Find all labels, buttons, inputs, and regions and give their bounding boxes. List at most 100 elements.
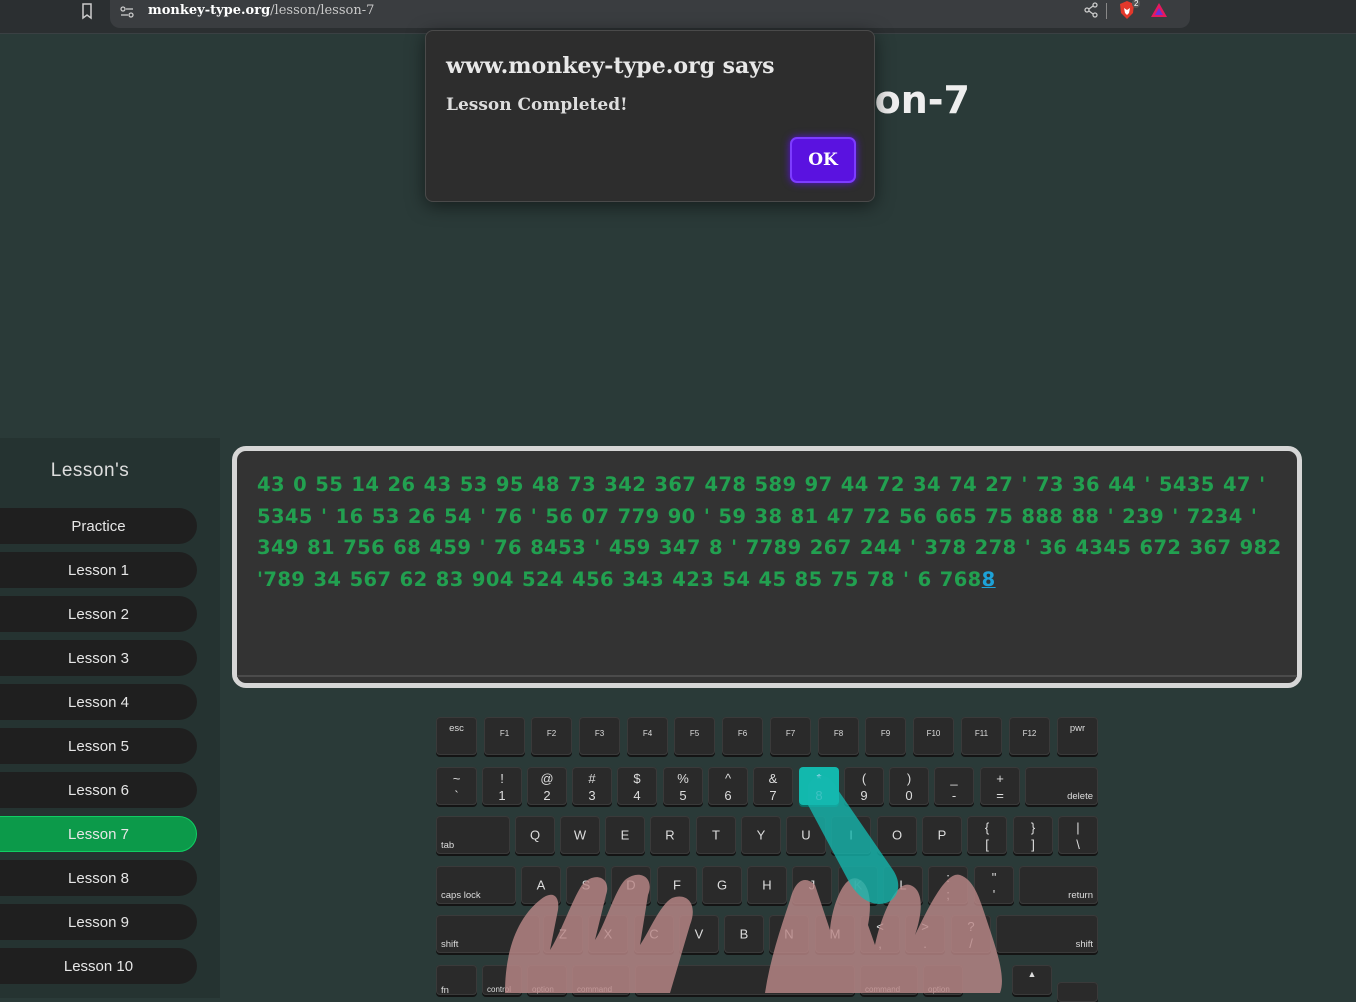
sidebar-item-practice[interactable]: Practice bbox=[0, 508, 197, 544]
key-v[interactable]: V bbox=[679, 915, 719, 953]
key-8-highlighted[interactable]: * 8 bbox=[799, 767, 839, 805]
key-k[interactable]: K bbox=[838, 866, 878, 904]
sidebar-item-lesson-1[interactable]: Lesson 1 bbox=[0, 552, 197, 588]
key-f2[interactable]: F2 bbox=[531, 717, 572, 755]
key-5[interactable]: % 5 bbox=[663, 767, 703, 805]
sidebar-item-lesson-10[interactable]: Lesson 10 bbox=[0, 948, 197, 984]
key-n[interactable]: N bbox=[769, 915, 809, 953]
share-icon[interactable] bbox=[1082, 1, 1100, 19]
sidebar-item-lesson-4[interactable]: Lesson 4 bbox=[0, 684, 197, 720]
key-f1[interactable]: F1 bbox=[484, 717, 525, 755]
key-j[interactable]: J bbox=[792, 866, 832, 904]
key-f10[interactable]: F10 bbox=[913, 717, 954, 755]
toolbar-divider bbox=[1106, 3, 1107, 19]
key-f[interactable]: F bbox=[657, 866, 697, 904]
key-f9[interactable]: F9 bbox=[865, 717, 906, 755]
key-right-command[interactable]: command bbox=[860, 965, 918, 995]
sidebar-item-lesson-5[interactable]: Lesson 5 bbox=[0, 728, 197, 764]
key-left-shift[interactable]: shift bbox=[436, 915, 540, 953]
key-quote[interactable]: " ' bbox=[974, 866, 1014, 904]
address-bar[interactable]: monkey-type.org/lesson/lesson-7 2 bbox=[110, 0, 1190, 28]
key-3[interactable]: #3 bbox=[572, 767, 612, 805]
key-x[interactable]: X bbox=[588, 915, 628, 953]
shields-count-badge: 2 bbox=[1132, 0, 1141, 8]
sidebar-item-lesson-8[interactable]: Lesson 8 bbox=[0, 860, 197, 896]
key-power[interactable]: pwr bbox=[1057, 717, 1098, 755]
key-o[interactable]: O bbox=[877, 816, 917, 854]
lesson-sidebar: Lesson's Practice Lesson 1 Lesson 2 Less… bbox=[0, 438, 220, 998]
key-backslash[interactable]: | \ bbox=[1058, 816, 1098, 854]
key-i[interactable]: I bbox=[831, 816, 871, 854]
key-r[interactable]: R bbox=[650, 816, 690, 854]
key-up-arrow[interactable]: ▲ bbox=[1012, 965, 1052, 995]
key-right-option[interactable]: option bbox=[923, 965, 963, 995]
typed-text: 43 0 55 14 26 43 53 95 48 73 342 367 478… bbox=[257, 473, 1282, 591]
typing-area[interactable]: 43 0 55 14 26 43 53 95 48 73 342 367 478… bbox=[232, 446, 1302, 688]
sidebar-item-lesson-9[interactable]: Lesson 9 bbox=[0, 904, 197, 940]
key-space[interactable] bbox=[635, 965, 855, 995]
sidebar-item-lesson-6[interactable]: Lesson 6 bbox=[0, 772, 197, 808]
key-comma[interactable]: <, bbox=[860, 915, 900, 953]
key-0[interactable]: ) 0 bbox=[889, 767, 929, 805]
key-return[interactable]: return bbox=[1019, 866, 1098, 904]
sidebar-item-lesson-3[interactable]: Lesson 3 bbox=[0, 640, 197, 676]
key-control[interactable]: control bbox=[482, 965, 522, 995]
key-tab[interactable]: tab bbox=[436, 816, 510, 854]
key-u[interactable]: U bbox=[786, 816, 826, 854]
key-down-arrow[interactable] bbox=[1057, 982, 1098, 1002]
key-a[interactable]: A bbox=[521, 866, 561, 904]
key-slash[interactable]: ? / bbox=[951, 915, 991, 953]
key-f6[interactable]: F6 bbox=[722, 717, 763, 755]
key-fn[interactable]: fn bbox=[436, 965, 477, 996]
brave-rewards-icon[interactable] bbox=[1150, 1, 1168, 19]
key-y[interactable]: Y bbox=[741, 816, 781, 854]
key-p[interactable]: P bbox=[922, 816, 962, 854]
key-f7[interactable]: F7 bbox=[770, 717, 811, 755]
key-e[interactable]: E bbox=[605, 816, 645, 854]
key-4[interactable]: $4 bbox=[617, 767, 657, 805]
key-right-bracket[interactable]: }] bbox=[1013, 816, 1053, 854]
key-2[interactable]: @2 bbox=[527, 767, 567, 805]
key-t[interactable]: T bbox=[696, 816, 736, 854]
key-d[interactable]: D bbox=[611, 866, 651, 904]
key-caps-lock[interactable]: caps lock bbox=[436, 866, 516, 904]
key-delete[interactable]: delete bbox=[1025, 767, 1098, 805]
key-7[interactable]: & 7 bbox=[753, 767, 793, 805]
key-z[interactable]: Z bbox=[543, 915, 583, 953]
key-c[interactable]: C bbox=[634, 915, 674, 953]
key-g[interactable]: G bbox=[702, 866, 742, 904]
key-period[interactable]: >. bbox=[905, 915, 945, 953]
site-settings-icon[interactable] bbox=[118, 3, 136, 21]
key-f4[interactable]: F4 bbox=[627, 717, 668, 755]
key-f5[interactable]: F5 bbox=[674, 717, 715, 755]
key-semicolon[interactable]: :; bbox=[928, 866, 968, 904]
key-equals[interactable]: + = bbox=[980, 767, 1020, 805]
key-left-command[interactable]: command bbox=[572, 965, 630, 995]
key-q[interactable]: Q bbox=[515, 816, 555, 854]
current-character: 8 bbox=[981, 567, 996, 591]
key-6[interactable]: ^ 6 bbox=[708, 767, 748, 805]
key-9[interactable]: (9 bbox=[844, 767, 884, 805]
key-f8[interactable]: F8 bbox=[818, 717, 859, 755]
key-b[interactable]: B bbox=[724, 915, 764, 953]
key-right-shift[interactable]: shift bbox=[996, 915, 1098, 953]
key-m[interactable]: M bbox=[815, 915, 855, 953]
sidebar-item-lesson-7[interactable]: Lesson 7 bbox=[0, 816, 197, 852]
key-backtick[interactable]: ~ ` bbox=[436, 767, 477, 805]
key-f3[interactable]: F3 bbox=[579, 717, 620, 755]
key-left-bracket[interactable]: {[ bbox=[967, 816, 1007, 854]
key-esc[interactable]: esc bbox=[436, 717, 477, 755]
bookmark-icon[interactable] bbox=[78, 2, 96, 20]
key-minus[interactable]: _ - bbox=[934, 767, 974, 805]
browser-toolbar: monkey-type.org/lesson/lesson-7 2 bbox=[0, 0, 1356, 34]
key-f11[interactable]: F11 bbox=[961, 717, 1002, 755]
key-f12[interactable]: F12 bbox=[1009, 717, 1050, 755]
key-left-option[interactable]: option bbox=[527, 965, 567, 995]
ok-button[interactable]: OK bbox=[790, 137, 856, 183]
sidebar-item-lesson-2[interactable]: Lesson 2 bbox=[0, 596, 197, 632]
key-l[interactable]: L bbox=[883, 866, 923, 904]
key-w[interactable]: W bbox=[560, 816, 600, 854]
key-h[interactable]: H bbox=[747, 866, 787, 904]
key-1[interactable]: ! 1 bbox=[482, 767, 522, 805]
key-s[interactable]: S bbox=[566, 866, 606, 904]
